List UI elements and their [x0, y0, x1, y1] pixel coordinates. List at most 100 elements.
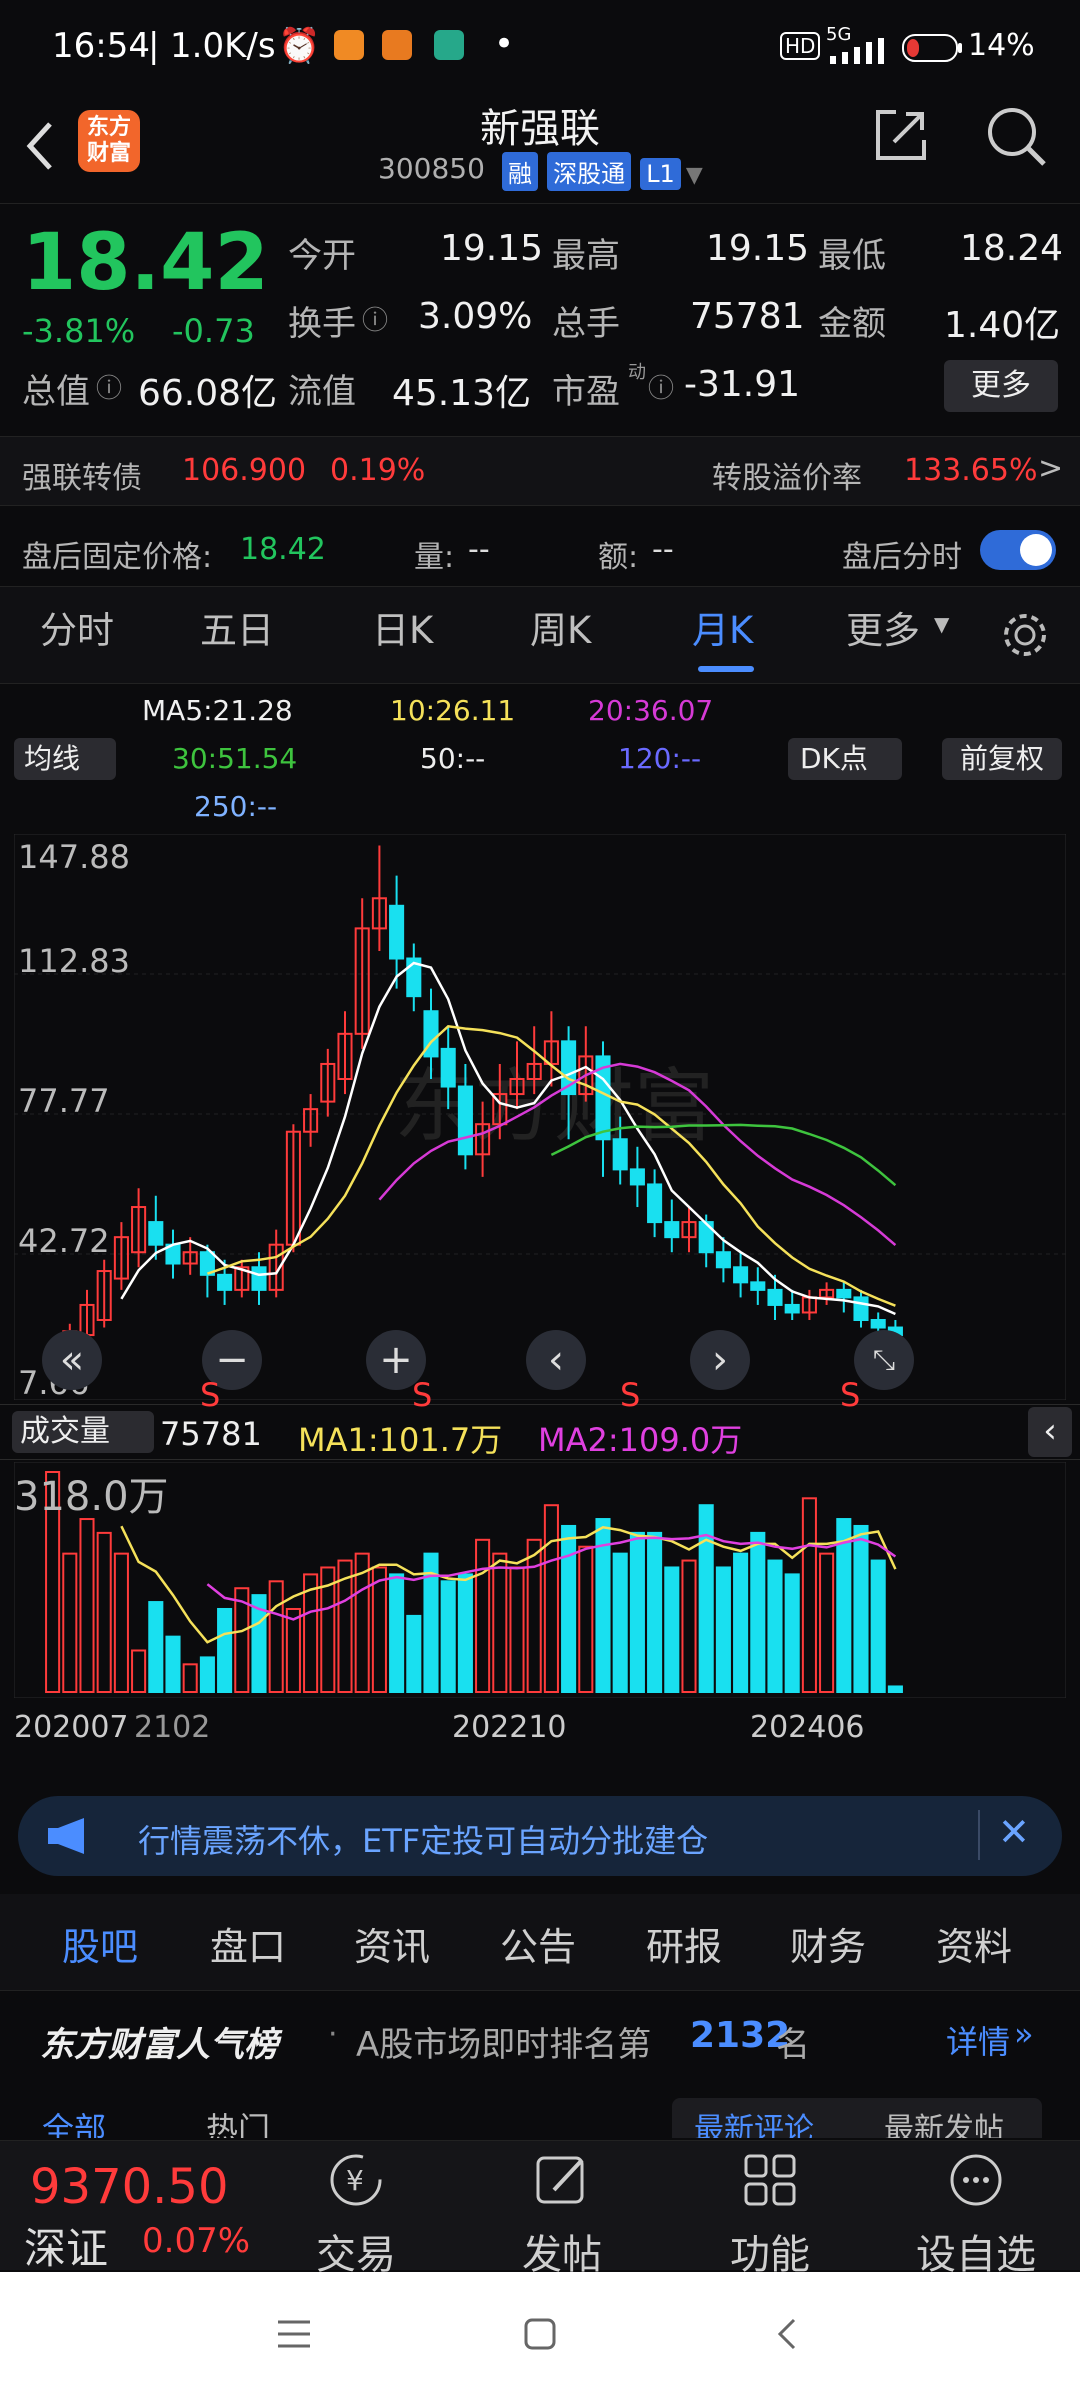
volume-bar — [698, 1504, 714, 1693]
volume-bar — [217, 1607, 233, 1693]
tab-news[interactable]: 资讯 — [354, 1916, 430, 1971]
filter-all[interactable]: 全部 — [42, 2104, 106, 2138]
menu-icon[interactable] — [276, 2318, 312, 2350]
tab-weekly-k[interactable]: 周K — [530, 600, 591, 654]
candle-body — [784, 1303, 800, 1314]
tab-five-day[interactable]: 五日 — [200, 600, 274, 654]
turnover-value: 3.09% — [418, 296, 533, 337]
system-nav-bar — [0, 2272, 1080, 2400]
home-icon[interactable] — [522, 2316, 558, 2352]
candle-body — [251, 1266, 267, 1291]
volume-bar — [853, 1524, 869, 1693]
adjust-mode-button[interactable]: 前复权 — [942, 738, 1062, 780]
ma5-value: MA5:21.28 — [142, 694, 293, 727]
info-icon[interactable]: ⓘ — [96, 368, 122, 405]
scroll-right-button[interactable]: › — [690, 1330, 750, 1390]
sell-signal-marker: S — [200, 1376, 221, 1414]
after-volume-value: -- — [468, 532, 490, 567]
price-change: -0.73 — [172, 312, 255, 350]
more-button[interactable]: 更多 — [944, 360, 1058, 412]
tab-more[interactable]: 更多 — [846, 600, 920, 654]
info-icon[interactable]: ⓘ — [362, 300, 388, 337]
open-label: 今开 — [288, 236, 356, 276]
close-icon[interactable]: ✕ — [998, 1810, 1030, 1854]
after-hours-label: 盘后固定价格: — [22, 540, 213, 575]
volume-ma1: MA1:101.7万 — [298, 1421, 503, 1459]
dropdown-icon[interactable]: ▼ — [686, 163, 703, 188]
volume-chart[interactable]: 318.0万 — [14, 1462, 1066, 1698]
low-label: 最低 — [818, 236, 886, 276]
collapse-panel-button[interactable]: ‹ — [1028, 1407, 1072, 1457]
popularity-row[interactable]: 东方财富人气榜 · A股市场即时排名第 2132 名 详情 » — [0, 1990, 1080, 2080]
tab-research[interactable]: 研报 — [646, 1916, 722, 1971]
promo-banner[interactable]: 行情震荡不休，ETF定投可自动分批建仓 ✕ — [18, 1796, 1062, 1876]
dk-point-button[interactable]: DK点 — [788, 738, 902, 780]
fullscreen-button[interactable]: ⤡ — [854, 1330, 914, 1390]
stock-tags: 融 深股通 L1 ▼ — [498, 152, 703, 191]
tab-announcements[interactable]: 公告 — [500, 1916, 576, 1971]
bond-name: 强联转债 — [22, 461, 142, 496]
filter-hot[interactable]: 热门 — [206, 2104, 270, 2138]
nav-post[interactable]: 发帖 — [492, 2140, 632, 2280]
ma120-value: 120:-- — [618, 742, 702, 775]
ma50-value: 50:-- — [420, 742, 486, 775]
index-value[interactable]: 9370.50 — [30, 2159, 229, 2215]
share-icon[interactable] — [872, 106, 930, 164]
margin-tag: 融 — [502, 152, 538, 191]
volume-bar — [733, 1552, 749, 1693]
tab-profile[interactable]: 资料 — [936, 1916, 1012, 1971]
gear-icon[interactable] — [1000, 610, 1050, 660]
market-cap-value: 66.08亿 — [138, 373, 278, 414]
after-amount-value: -- — [652, 532, 674, 567]
nav-trade[interactable]: ¥ 交易 — [286, 2140, 426, 2280]
after-hours-toggle-label: 盘后分时 — [842, 540, 962, 575]
sort-latest-post[interactable]: 最新发帖 — [884, 2104, 1004, 2138]
sort-latest-comment[interactable]: 最新评论 — [694, 2104, 814, 2138]
nav-functions[interactable]: 功能 — [700, 2140, 840, 2280]
tab-order-book[interactable]: 盘口 — [210, 1916, 286, 1971]
tab-monthly-k[interactable]: 月K — [692, 600, 753, 654]
stock-detail-page: 16:54 | 1.0K/s ⏰ • HD 5G 14% 东方 财富 新强联 3… — [0, 0, 1080, 2400]
pe-label: 市盈 — [552, 372, 620, 412]
after-hours-toggle[interactable] — [980, 530, 1056, 570]
candle-body — [457, 1085, 473, 1156]
candle-body — [389, 904, 405, 960]
tab-financials[interactable]: 财务 — [790, 1916, 866, 1971]
candlestick-chart[interactable]: 东方财富 147.88 112.83 77.77 42.72 7.66 — [14, 834, 1066, 1400]
candle-body — [647, 1183, 663, 1224]
tab-forum[interactable]: 股吧 — [62, 1916, 138, 1971]
volume-max-tick: 318.0万 — [14, 1474, 169, 1520]
price-tick: 77.77 — [18, 1082, 110, 1120]
detail-link[interactable]: 详情 — [946, 2017, 1010, 2063]
search-icon[interactable] — [986, 106, 1048, 168]
stock-header: 东方 财富 新强联 300850 融 深股通 L1 ▼ — [0, 96, 1080, 204]
ma-type-selector[interactable]: 均线 — [14, 738, 116, 780]
volume-bar — [165, 1635, 181, 1693]
trade-icon: ¥ — [330, 2154, 382, 2206]
candle-body — [148, 1221, 164, 1246]
candle-body — [715, 1251, 731, 1269]
market-cap-label: 总值 — [22, 372, 90, 412]
volume-bar — [457, 1573, 473, 1693]
back-icon[interactable] — [774, 2316, 798, 2352]
stock-code: 300850 — [378, 152, 485, 185]
bond-pct: 0.19% — [330, 453, 426, 488]
tab-intraday[interactable]: 分时 — [40, 600, 114, 654]
chevron-right-icon: > — [1038, 451, 1064, 486]
app-notification-icon — [434, 30, 464, 60]
convertible-bond-bar[interactable]: 强联转债 106.900 0.19% 转股溢价率 133.65% > — [0, 436, 1080, 506]
indicator-selector[interactable]: 成交量 — [12, 1411, 154, 1453]
double-chevron-right-icon: » — [1014, 2015, 1034, 2053]
date-tick: 202210 — [452, 1710, 567, 1745]
volume-bar — [664, 1566, 680, 1693]
info-icon[interactable]: ⓘ — [648, 368, 674, 405]
tab-daily-k[interactable]: 日K — [372, 600, 433, 654]
ma20-value: 20:36.07 — [588, 694, 714, 727]
scroll-left-button[interactable]: ‹ — [526, 1330, 586, 1390]
volume-bar — [715, 1566, 731, 1693]
volume-bar — [561, 1524, 577, 1693]
jump-start-button[interactable]: « — [42, 1330, 102, 1390]
nav-add-watchlist[interactable]: 设自选 — [906, 2140, 1046, 2280]
volume-value: 75781 — [690, 296, 805, 337]
candle-body — [853, 1296, 869, 1322]
